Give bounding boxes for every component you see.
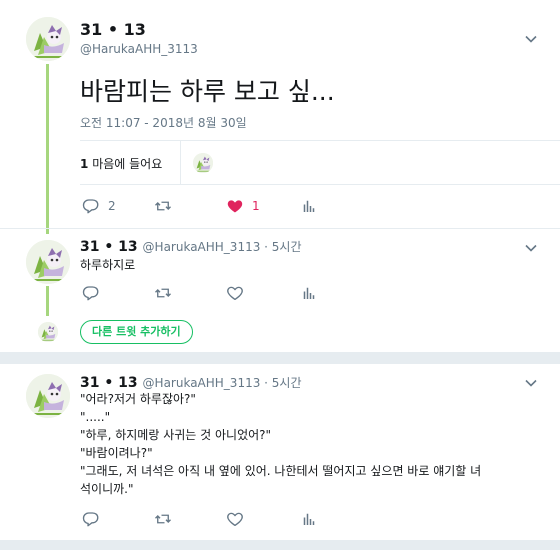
reply-icon [82, 197, 100, 215]
text-line: 석이니까." [80, 482, 134, 496]
text-line: "....." [80, 410, 111, 424]
author-handle-time[interactable]: @HarukaAHH_3113 · 5시간 [143, 376, 302, 390]
like-button[interactable]: 1 [226, 197, 260, 215]
chevron-down-icon[interactable] [524, 32, 538, 46]
retweet-button[interactable] [154, 510, 172, 528]
author-handle-time[interactable]: @HarukaAHH_3113 · 5시간 [143, 240, 302, 254]
reply-icon [82, 284, 100, 302]
likes-number: 1 [80, 157, 89, 171]
divider [80, 184, 560, 185]
avatar[interactable] [26, 374, 70, 418]
reply-count: 2 [108, 199, 116, 213]
compose-avatar [38, 322, 58, 342]
analytics-icon [300, 284, 318, 302]
liker-avatar[interactable] [193, 153, 213, 173]
analytics-button[interactable] [300, 284, 318, 302]
author-handle[interactable]: @HarukaAHH_3113 [80, 42, 198, 56]
chevron-down-icon[interactable] [524, 376, 538, 390]
heart-icon [226, 510, 244, 528]
section-gap [0, 540, 560, 550]
tweet-text: "어라?저거 하루잖아?" "....." "하루, 하지메랑 사귀는 것 아니… [80, 390, 550, 498]
divider [80, 140, 560, 141]
heart-filled-icon [226, 197, 244, 215]
retweet-button[interactable] [154, 284, 172, 302]
tweet-thread: 31 • 13 @HarukaAHH_3113 바람피는 하루 보고 싶... … [0, 0, 560, 352]
text-line: "어라?저거 하루잖아?" [80, 392, 196, 406]
retweet-icon [154, 510, 172, 528]
section-gap [0, 352, 560, 364]
reply-icon [82, 510, 100, 528]
retweet-icon [154, 284, 172, 302]
likes-label: 마음에 들어요 [92, 157, 163, 171]
avatar[interactable] [26, 17, 70, 61]
like-count: 1 [252, 199, 260, 213]
divider [180, 140, 181, 184]
analytics-icon [300, 510, 318, 528]
author-name[interactable]: 31 • 13 [80, 20, 146, 39]
thread-line [46, 64, 49, 234]
analytics-button[interactable] [300, 197, 318, 215]
retweet-icon [154, 197, 172, 215]
tweet-timestamp[interactable]: 오전 11:07 - 2018년 8월 30일 [80, 114, 247, 131]
thread-line [46, 286, 49, 316]
text-line: "그래도, 저 녀석은 아직 내 옆에 있어. 나한테서 떨어지고 싶으면 바로… [80, 464, 482, 478]
analytics-icon [300, 197, 318, 215]
reply-header: 31 • 13 @HarukaAHH_3113 · 5시간 [80, 238, 302, 255]
tweet-reply: 31 • 13 @HarukaAHH_3113 · 5시간 "어라?저거 하루잖… [0, 364, 560, 540]
chevron-down-icon[interactable] [524, 241, 538, 255]
reply-button[interactable]: 2 [82, 197, 116, 215]
retweet-button[interactable] [154, 197, 172, 215]
likes-summary[interactable]: 1 마음에 들어요 [80, 155, 162, 172]
tweet-text: 바람피는 하루 보고 싶... [80, 77, 335, 106]
reply-button[interactable] [82, 284, 100, 302]
reply-button[interactable] [82, 510, 100, 528]
text-line: "바람이려나?" [80, 446, 153, 460]
heart-icon [226, 284, 244, 302]
author-name[interactable]: 31 • 13 [80, 375, 138, 391]
avatar[interactable] [26, 240, 70, 284]
author-name[interactable]: 31 • 13 [80, 239, 138, 255]
divider [0, 228, 560, 229]
reply-header: 31 • 13 @HarukaAHH_3113 · 5시간 [80, 374, 302, 391]
like-button[interactable] [226, 510, 244, 528]
text-line: "하루, 하지메랑 사귀는 것 아니었어?" [80, 428, 272, 442]
tweet-text: 하루하지로 [80, 258, 136, 272]
add-another-tweet-button[interactable]: 다른 트윗 추가하기 [80, 320, 193, 344]
like-button[interactable] [226, 284, 244, 302]
analytics-button[interactable] [300, 510, 318, 528]
